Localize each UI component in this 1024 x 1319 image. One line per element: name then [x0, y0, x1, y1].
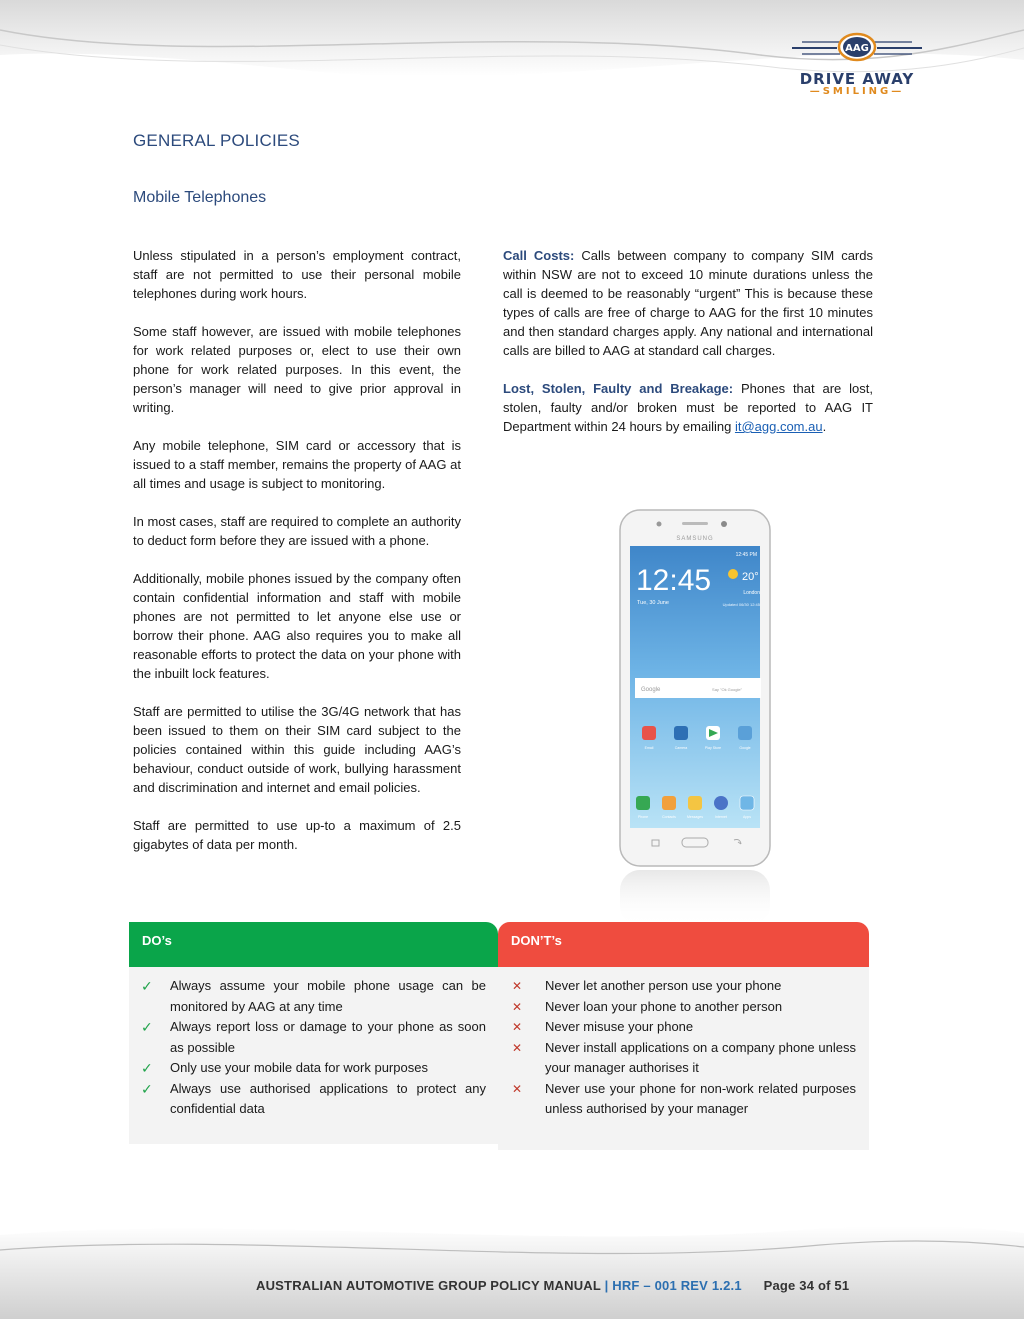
- call-costs-text: Calls between company to company SIM car…: [503, 248, 873, 358]
- svg-text:Messages: Messages: [687, 815, 703, 819]
- cross-icon: ✕: [512, 1020, 523, 1034]
- do-item: ✓ Only use your mobile data for work purp…: [129, 1058, 498, 1079]
- svg-text:Contacts: Contacts: [662, 815, 676, 819]
- cross-icon: ✕: [512, 1081, 523, 1096]
- dont-item: ✕ Never let another person use your phone: [498, 976, 869, 997]
- svg-text:Camera: Camera: [675, 746, 688, 750]
- phone-search-hint: Say "Ok Google": [712, 687, 743, 692]
- call-costs-paragraph: Call Costs: Calls between company to com…: [503, 246, 873, 360]
- do-item: ✓ Always report loss or damage to your ph…: [141, 1019, 486, 1055]
- lost-stolen-lead: Lost, Stolen, Faulty and Breakage:: [503, 381, 734, 396]
- dos-table: DO’s ✓ Always assume your mobile phone us…: [129, 922, 498, 1144]
- cross-icon: ✕: [512, 1040, 523, 1055]
- svg-text:Play Store: Play Store: [705, 746, 721, 750]
- paragraph: Any mobile telephone, SIM card or access…: [133, 438, 461, 491]
- it-email-link[interactable]: it@agg.com.au: [735, 419, 823, 434]
- check-icon: ✓: [141, 1060, 153, 1076]
- logo-emblem-icon: AAG: [792, 32, 922, 62]
- dont-item: ✕ Never loan your phone to another person: [498, 997, 869, 1018]
- do-item: ✓ Always assume your mobile phone usage c…: [141, 978, 486, 1014]
- paragraph: Staff are permitted to utilise the 3G/4G…: [133, 704, 461, 795]
- dont-item: ✕ Never install applications on a company…: [512, 1039, 856, 1076]
- page-title: GENERAL POLICIES: [133, 131, 300, 150]
- footer-separator: |: [604, 1278, 609, 1293]
- paragraph: Staff are permitted to use up-to a maxim…: [133, 818, 461, 852]
- dont-item: ✕ Never misuse your phone: [498, 1017, 869, 1038]
- call-costs-lead: Call Costs:: [503, 248, 575, 263]
- phone-status-time: 12:45 PM: [736, 552, 757, 558]
- phone-image: SAMSUNG 12:45 PM 12:45 Tue, 30 June 20° …: [612, 508, 777, 928]
- svg-text:Email: Email: [645, 746, 654, 750]
- phone-city: London: [743, 590, 760, 596]
- check-icon: ✓: [141, 1019, 153, 1035]
- page-footer: AUSTRALIAN AUTOMOTIVE GROUP POLICY MANUA…: [256, 1278, 849, 1293]
- logo-badge-text: AAG: [845, 43, 869, 54]
- paragraph: Unless stipulated in a person’s employme…: [133, 248, 461, 301]
- svg-text:Phone: Phone: [638, 815, 648, 819]
- dos-header: DO’s: [129, 922, 498, 967]
- phone-temp: 20°: [742, 571, 759, 583]
- svg-text:Internet: Internet: [715, 815, 727, 819]
- donts-header: DON’T’s: [498, 922, 869, 967]
- dont-item: ✕ Never use your phone for non-work relat…: [512, 1080, 856, 1117]
- left-column: Unless stipulated in a person’s employme…: [133, 246, 461, 873]
- paragraph: Some staff however, are issued with mobi…: [133, 324, 461, 415]
- footer-manual-title: AUSTRALIAN AUTOMOTIVE GROUP POLICY MANUA…: [256, 1278, 601, 1293]
- phone-brand: SAMSUNG: [676, 536, 713, 542]
- cross-icon: ✕: [512, 979, 523, 993]
- svg-text:Google: Google: [739, 746, 750, 750]
- footer-page-number: Page 34 of 51: [763, 1278, 850, 1293]
- svg-text:Apps: Apps: [743, 815, 751, 819]
- phone-search-brand: Google: [641, 687, 661, 693]
- phone-clock: 12:45: [636, 564, 711, 597]
- right-column: Call Costs: Calls between company to com…: [503, 246, 873, 455]
- paragraph: In most cases, staff are required to com…: [133, 514, 461, 548]
- footer-swoosh: [0, 1226, 1024, 1319]
- do-item: ✓ Always use authorised applications to p…: [141, 1080, 486, 1117]
- check-icon: ✓: [141, 1080, 153, 1097]
- donts-table: DON’T’s ✕ Never let another person use yo…: [498, 922, 869, 1150]
- cross-icon: ✕: [512, 999, 523, 1014]
- check-icon: ✓: [141, 978, 153, 994]
- lost-stolen-paragraph: Lost, Stolen, Faulty and Breakage: Phone…: [503, 381, 873, 434]
- donts-body: ✕ Never let another person use your phone…: [498, 967, 869, 1150]
- dos-body: ✓ Always assume your mobile phone usage c…: [129, 967, 498, 1144]
- phone-date: Tue, 30 June: [637, 600, 669, 606]
- section-title: Mobile Telephones: [133, 189, 267, 206]
- footer-doc-code: HRF – 001 REV 1.2.1: [612, 1278, 742, 1293]
- paragraph: Additionally, mobile phones issued by th…: [133, 571, 461, 681]
- phone-updated: Updated 06/30 12:45: [723, 602, 761, 607]
- logo-sub-text: —SMILING—: [809, 86, 905, 97]
- company-logo: AAG DRIVE AWAY —SMILING—: [782, 28, 932, 100]
